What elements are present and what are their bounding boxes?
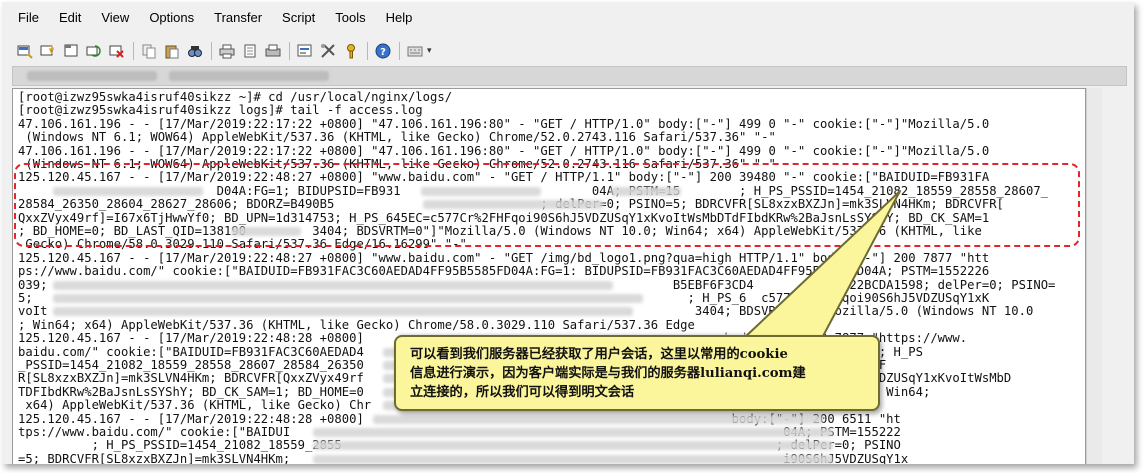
menu-help[interactable]: Help <box>386 10 413 25</box>
terminal-line: QxxZVyx49rf]=I67x6TjHwwYf0; BD_UPN=1d314… <box>18 210 990 225</box>
callout-line-2: 信息进行演示，因为客户端实际是与我们的服务器lulianqi.com建 <box>410 366 806 381</box>
menu-script[interactable]: Script <box>282 10 315 25</box>
key-map-icon[interactable] <box>342 42 360 60</box>
toolbar-separator <box>367 42 368 60</box>
terminal-line: (Windows NT 6.1; WOW64) AppleWebKit/537.… <box>18 157 776 171</box>
svg-text:?: ? <box>380 47 386 58</box>
terminal-line: Gecko) Chrome/58.0.3029.110 Safari/537.3… <box>18 237 467 252</box>
redacted-text <box>313 428 833 437</box>
terminal-line: 125.120.45.167 - - [17/Mar/2019:22:48:27… <box>18 170 990 185</box>
menu-edit[interactable]: Edit <box>59 10 81 25</box>
callout-line-1: 可以看到我们服务器已经获取了用户会话，这里以常用的cookie <box>410 347 788 362</box>
session-tab-strip[interactable] <box>12 66 1127 86</box>
terminal-line: ; Win64; x64) AppleWebKit/537.36 (KHTML,… <box>18 317 813 332</box>
redacted-text <box>423 200 603 210</box>
global-options-icon[interactable] <box>319 42 337 60</box>
toolbar: ? ▾ <box>2 38 1134 64</box>
terminal-line: x64) AppleWebKit/537.36 (KHTML, like Gec… <box>18 398 372 413</box>
redacted-text <box>53 280 613 290</box>
help-icon[interactable]: ? <box>374 42 392 60</box>
print-icon[interactable] <box>241 42 259 60</box>
redacted-session-tab[interactable] <box>27 71 157 81</box>
session-options-icon[interactable] <box>296 42 314 60</box>
callout-line-3: 立连接的，所以我们可以得到明文会话 <box>410 385 635 400</box>
terminal-scrollbar[interactable] <box>1086 88 1102 464</box>
redacted-session-tab[interactable] <box>169 71 329 81</box>
redacted-text <box>53 186 203 196</box>
map-keys-icon[interactable] <box>406 42 424 60</box>
copy-icon[interactable] <box>140 42 158 60</box>
redacted-text <box>421 186 541 196</box>
redacted-text <box>313 454 833 464</box>
menu-options[interactable]: Options <box>149 10 194 25</box>
connect-tab-icon[interactable] <box>62 42 80 60</box>
menu-tools[interactable]: Tools <box>335 10 365 25</box>
redacted-text <box>231 227 301 236</box>
terminal-line: ; BD_HOME=0; BD_LAST_QID=138190 3404; BD… <box>18 224 982 238</box>
terminal-line: [root@izwz95swka4isruf40sikzz ~]# cd /us… <box>18 90 453 104</box>
terminal-line: (Windows NT 6.1; WOW64) AppleWebKit/537.… <box>18 130 776 145</box>
redacted-text <box>53 294 643 303</box>
print-setup-icon[interactable] <box>218 42 236 60</box>
menu-bar: File Edit View Options Transfer Script T… <box>2 2 1134 32</box>
terminal-line: 47.106.161.196 - - [17/Mar/2019:22:17:22… <box>18 116 990 131</box>
terminal-window: File Edit View Options Transfer Script T… <box>2 2 1134 464</box>
paste-icon[interactable] <box>163 42 181 60</box>
terminal-line: 47.106.161.196 - - [17/Mar/2019:22:17:22… <box>18 143 990 158</box>
redacted-text <box>373 414 823 424</box>
toolbar-separator <box>289 42 290 60</box>
toolbar-separator <box>399 42 400 60</box>
menu-transfer[interactable]: Transfer <box>214 10 262 25</box>
print-screen-icon[interactable] <box>264 42 282 60</box>
menu-view[interactable]: View <box>101 10 129 25</box>
quick-connect-icon[interactable] <box>39 42 57 60</box>
find-icon[interactable] <box>186 42 204 60</box>
connect-icon[interactable] <box>16 42 34 60</box>
disconnect-icon[interactable] <box>108 42 126 60</box>
toolbar-overflow-chevron-icon[interactable]: ▾ <box>427 46 432 56</box>
toolbar-separator <box>133 42 134 60</box>
reconnect-icon[interactable] <box>85 42 103 60</box>
terminal-line: [root@izwz95swka4isruf40sikzz logs]# tai… <box>18 103 423 118</box>
menu-file[interactable]: File <box>18 10 39 25</box>
annotation-callout: 可以看到我们服务器已经获取了用户会话，这里以常用的cookie 信息进行演示，因… <box>394 335 880 411</box>
redacted-text <box>611 186 681 196</box>
terminal-line: ps://www.baidu.com/" cookie:["BAIDUID=FB… <box>18 264 990 279</box>
redacted-text <box>53 307 633 317</box>
terminal-line: 125.120.45.167 - - [17/Mar/2019:22:48:27… <box>18 250 990 265</box>
toolbar-separator <box>211 42 212 60</box>
redacted-text <box>313 441 833 451</box>
